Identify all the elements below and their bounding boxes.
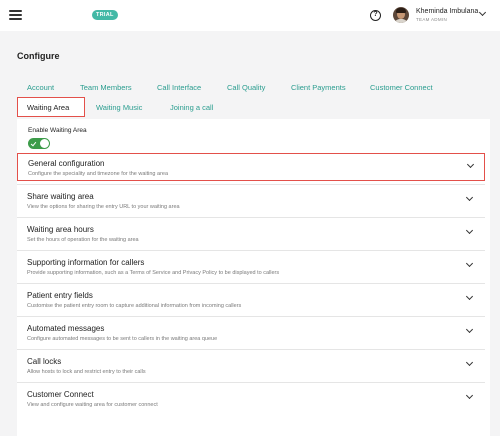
section-title: Call locks [27,357,62,366]
enable-waiting-area-toggle[interactable] [28,138,50,149]
divider [17,349,485,350]
chevron-down-icon[interactable] [465,193,474,202]
chevron-down-icon[interactable] [478,8,487,17]
section-waiting-area-hours[interactable]: Waiting area hours Set the hours of oper… [17,220,485,248]
section-title: Waiting area hours [27,225,94,234]
checkmark-icon [30,140,37,146]
section-title: Automated messages [27,324,105,333]
divider [17,184,485,185]
section-description: Set the hours of operation for the waiti… [27,237,139,243]
section-call-locks[interactable]: Call locks Allow hosts to lock and restr… [17,352,485,380]
chevron-down-icon[interactable] [465,391,474,400]
chevron-down-icon[interactable] [465,259,474,268]
tab-joining-a-call[interactable]: Joining a call [170,103,213,112]
section-title: Patient entry fields [27,291,93,300]
section-automated-messages[interactable]: Automated messages Configure automated m… [17,319,485,347]
divider [17,316,485,317]
section-general-configuration[interactable]: General configuration Configure the spec… [17,153,485,181]
section-patient-entry-fields[interactable]: Patient entry fields Customise the patie… [17,286,485,314]
chevron-down-icon[interactable] [465,325,474,334]
tab-waiting-music[interactable]: Waiting Music [96,103,142,112]
chevron-down-icon[interactable] [465,358,474,367]
section-description: Allow hosts to lock and restrict entry t… [27,369,146,375]
avatar[interactable] [393,7,409,23]
top-bar: TRIAL ? Kheminda Imbulana TEAM ADMIN [0,0,500,31]
divider [17,382,485,383]
chevron-down-icon[interactable] [466,160,475,169]
section-customer-connect[interactable]: Customer Connect View and configure wait… [17,385,485,413]
tab-client-payments[interactable]: Client Payments [291,83,346,92]
chevron-down-icon[interactable] [465,292,474,301]
tab-customer-connect[interactable]: Customer Connect [370,83,433,92]
section-share-waiting-area[interactable]: Share waiting area View the options for … [17,187,485,215]
section-description: View the options for sharing the entry U… [27,204,180,210]
section-description: Customise the patient entry room to capt… [27,303,242,309]
section-description: Configure automated messages to be sent … [27,336,218,342]
tab-team-members[interactable]: Team Members [80,83,132,92]
tab-waiting-area[interactable]: Waiting Area [27,103,69,112]
section-supporting-information[interactable]: Supporting information for callers Provi… [17,253,485,281]
trial-badge: TRIAL [92,10,118,20]
section-description: View and configure waiting area for cust… [27,402,158,408]
divider [17,250,485,251]
help-icon[interactable]: ? [370,10,381,21]
user-name[interactable]: Kheminda Imbulana [416,8,478,15]
user-role: TEAM ADMIN [416,17,448,22]
page-title: Configure [17,51,60,61]
section-description: Configure the speciality and timezone fo… [28,171,169,177]
divider [17,217,485,218]
divider [17,283,485,284]
section-title: Supporting information for callers [27,258,145,267]
tab-call-quality[interactable]: Call Quality [227,83,265,92]
chevron-down-icon[interactable] [465,226,474,235]
tab-account[interactable]: Account [27,83,54,92]
section-title: General configuration [28,159,105,168]
enable-waiting-area-label: Enable Waiting Area [28,127,87,134]
section-title: Customer Connect [27,390,94,399]
section-description: Provide supporting information, such as … [27,270,280,276]
hamburger-menu-icon[interactable] [9,10,22,20]
section-title: Share waiting area [27,192,94,201]
tab-call-interface[interactable]: Call Interface [157,83,201,92]
